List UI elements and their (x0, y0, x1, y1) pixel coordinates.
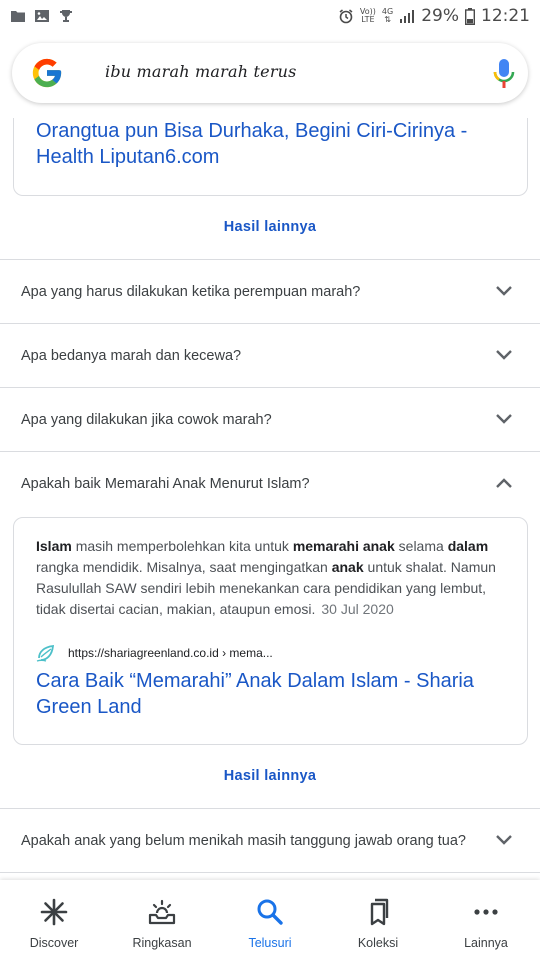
faq-question: Apakah anak yang belum menikah masih tan… (21, 833, 466, 849)
answer-title-link[interactable]: Cara Baik “Memarahi” Anak Dalam Islam - … (36, 668, 506, 720)
bottom-navigation: Discover Ringkasan Telusuri Koleksi Lain… (0, 880, 540, 960)
nav-koleksi[interactable]: Koleksi (324, 880, 432, 960)
nav-label: Koleksi (357, 936, 399, 950)
clock: 12:21 (481, 6, 530, 26)
faq-item[interactable]: Apakah anak yang belum menikah masih tan… (0, 809, 540, 873)
result-card[interactable]: Orangtua pun Bisa Durhaka, Begini Ciri-C… (13, 118, 528, 196)
chevron-down-icon[interactable] (495, 348, 513, 362)
faq-question: Apa yang harus dilakukan ketika perempua… (21, 284, 361, 300)
chevron-down-icon[interactable] (495, 284, 513, 298)
faq-item[interactable]: Apa yang harus dilakukan ketika perempua… (0, 260, 540, 324)
trophy-icon (60, 10, 72, 22)
nav-label: Telusuri (248, 936, 292, 950)
status-bar: Vo)) LTE 4G ⇅ 29% 12:21 (0, 0, 540, 32)
microphone-icon[interactable] (493, 58, 515, 90)
source-url: https://shariagreenland.co.id › mema... (68, 646, 273, 660)
google-logo-icon[interactable] (30, 56, 64, 90)
nav-lainnya[interactable]: Lainnya (432, 880, 540, 960)
chevron-down-icon[interactable] (495, 412, 513, 426)
answer-date: 30 Jul 2020 (321, 601, 394, 617)
inbox-sun-icon (148, 899, 176, 925)
chevron-up-icon[interactable] (495, 476, 513, 490)
nav-telusuri[interactable]: Telusuri (216, 880, 324, 960)
battery-percent: 29% (421, 6, 459, 26)
search-header: ibu marah marah terus (0, 32, 540, 118)
search-bar[interactable]: ibu marah marah terus (12, 43, 528, 103)
signal-icon (400, 10, 415, 23)
nav-label: Ringkasan (132, 936, 192, 950)
network-indicator: 4G ⇅ (381, 7, 394, 24)
faq-item[interactable]: Apa yang dilakukan jika cowok marah? (0, 388, 540, 452)
faq-question: Apa bedanya marah dan kecewa? (21, 348, 242, 364)
bookmarks-icon (370, 898, 389, 926)
result-title-link[interactable]: Orangtua pun Bisa Durhaka, Begini Ciri-C… (36, 118, 506, 170)
answer-card[interactable]: Islam masih memperbolehkan kita untuk me… (13, 517, 528, 745)
chevron-down-icon[interactable] (495, 833, 513, 847)
leaf-favicon-icon (36, 644, 55, 662)
search-results: Orangtua pun Bisa Durhaka, Begini Ciri-C… (0, 118, 540, 880)
faq-item-expanded[interactable]: Apakah baik Memarahi Anak Menurut Islam? (0, 452, 540, 516)
search-query-text[interactable]: ibu marah marah terus (105, 62, 297, 81)
nav-label: Discover (29, 936, 79, 950)
volte-indicator: Vo)) LTE (359, 7, 376, 24)
search-icon (257, 899, 283, 925)
nav-discover[interactable]: Discover (0, 880, 108, 960)
asterisk-icon (40, 898, 68, 926)
more-results-link[interactable]: Hasil lainnya (0, 768, 540, 784)
faq-item[interactable]: Apa bedanya marah dan kecewa? (0, 324, 540, 388)
faq-question: Apakah baik Memarahi Anak Menurut Islam? (21, 476, 310, 492)
battery-icon (465, 7, 475, 25)
answer-snippet: Islam masih memperbolehkan kita untuk me… (36, 538, 496, 617)
folder-icon (11, 11, 25, 22)
source-row[interactable]: https://shariagreenland.co.id › mema... (36, 643, 273, 663)
gallery-icon (35, 10, 49, 22)
faq-question: Apa yang dilakukan jika cowok marah? (21, 412, 272, 428)
more-dots-icon (474, 909, 498, 915)
nav-ringkasan[interactable]: Ringkasan (108, 880, 216, 960)
nav-label: Lainnya (464, 936, 508, 950)
more-results-link[interactable]: Hasil lainnya (0, 219, 540, 235)
alarm-icon (339, 9, 353, 24)
